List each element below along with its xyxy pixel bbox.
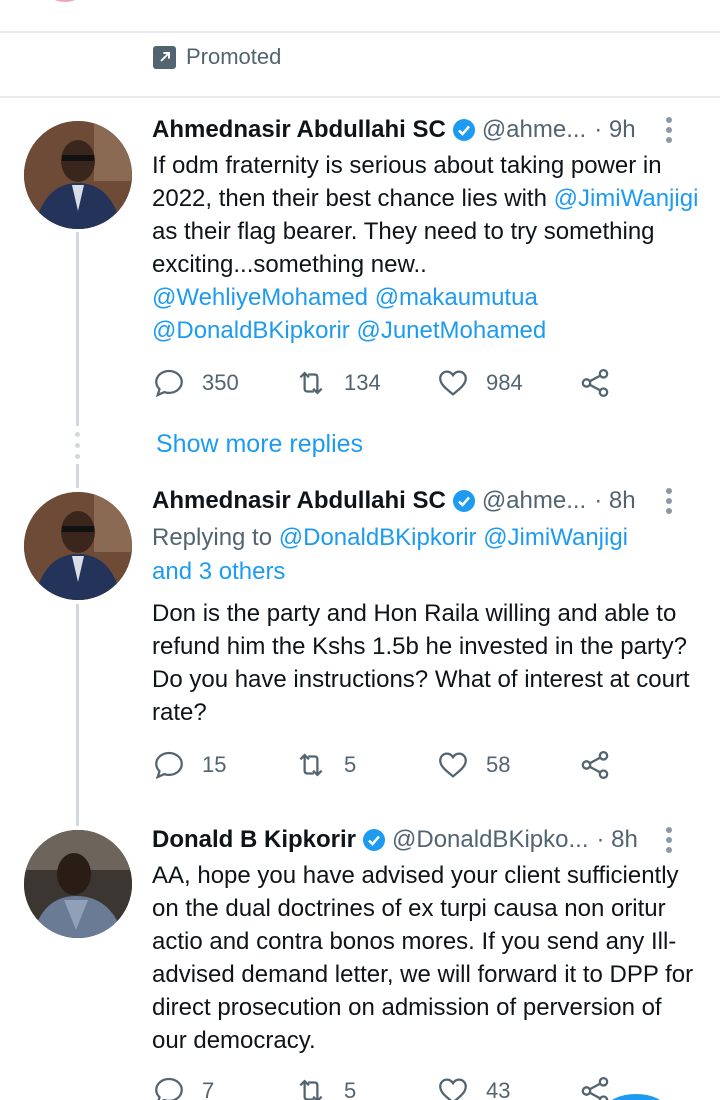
retweet-button[interactable]: 5 bbox=[294, 1074, 436, 1100]
retweet-button[interactable]: 134 bbox=[294, 366, 436, 400]
verified-badge-icon bbox=[363, 829, 386, 851]
promoted-label: Promoted bbox=[153, 44, 281, 70]
tweet-1[interactable]: Ahmednasir Abdullahi SC @ahme... · 9h If… bbox=[152, 113, 702, 347]
retweet-icon bbox=[299, 371, 323, 395]
tweet-3[interactable]: Donald B Kipkorir @DonaldBKipko... · 8h … bbox=[152, 823, 702, 1057]
reply-icon bbox=[155, 1077, 183, 1100]
avatar-donald-kipkorir[interactable] bbox=[24, 830, 132, 938]
show-more-replies-link[interactable]: Show more replies bbox=[156, 430, 363, 459]
replying-to: Replying to @DonaldBKipkorir @JimiWanjig… bbox=[152, 524, 629, 585]
tweet-actions: 15 5 58 bbox=[152, 748, 612, 782]
tweet-text: AA, hope you have advised your client su… bbox=[152, 862, 694, 1054]
reply-button[interactable]: 350 bbox=[152, 366, 294, 400]
tweet-actions: 7 5 43 bbox=[152, 1074, 612, 1100]
reply-icon bbox=[155, 751, 183, 780]
mention-link[interactable]: @DonaldBKipkorir bbox=[152, 317, 350, 344]
mention-link[interactable]: @WehliyeMohamed bbox=[152, 284, 368, 311]
retweet-button[interactable]: 5 bbox=[294, 748, 436, 782]
tweet-header: Ahmednasir Abdullahi SC @ahme... · 9h bbox=[152, 113, 702, 147]
author-handle[interactable]: @ahme... bbox=[482, 116, 586, 144]
author-handle[interactable]: @ahme... bbox=[482, 487, 586, 515]
verified-badge-icon bbox=[452, 119, 475, 141]
share-button[interactable] bbox=[578, 1074, 612, 1100]
author-name[interactable]: Donald B Kipkorir bbox=[152, 826, 356, 854]
previous-avatar[interactable] bbox=[38, 0, 92, 2]
reply-others-link[interactable]: and 3 others bbox=[152, 558, 285, 585]
verified-badge-icon bbox=[452, 490, 475, 512]
reply-icon bbox=[155, 369, 183, 398]
author-handle[interactable]: @DonaldBKipko... bbox=[392, 826, 588, 854]
tweet-time[interactable]: · 9h bbox=[594, 116, 635, 144]
tweet-header: Donald B Kipkorir @DonaldBKipko... · 8h bbox=[152, 823, 702, 857]
tweet-header: Ahmednasir Abdullahi SC @ahme... · 8h bbox=[152, 484, 702, 518]
retweet-icon bbox=[299, 1079, 323, 1100]
avatar-ahmednasir[interactable] bbox=[24, 492, 132, 600]
promoted-arrow-icon bbox=[153, 45, 176, 69]
reply-mentions-link[interactable]: @DonaldBKipkorir @JimiWanjigi bbox=[279, 524, 628, 551]
more-options-icon[interactable] bbox=[666, 117, 672, 143]
thread-line bbox=[76, 464, 79, 488]
tweet-text: If odm fraternity is serious about takin… bbox=[152, 152, 699, 344]
thread-line bbox=[76, 232, 79, 426]
share-icon bbox=[581, 750, 609, 780]
share-button[interactable] bbox=[578, 748, 612, 782]
share-icon bbox=[581, 1076, 609, 1100]
like-button[interactable]: 58 bbox=[436, 748, 578, 782]
retweet-icon bbox=[299, 753, 323, 777]
reply-button[interactable]: 15 bbox=[152, 748, 294, 782]
mention-link[interactable]: @JimiWanjigi bbox=[554, 185, 699, 212]
divider bbox=[0, 96, 720, 98]
divider bbox=[0, 31, 720, 33]
compose-tweet-fab[interactable] bbox=[606, 1094, 666, 1100]
thread-line bbox=[76, 604, 79, 826]
reply-button[interactable]: 7 bbox=[152, 1074, 294, 1100]
heart-icon bbox=[439, 752, 467, 778]
like-button[interactable]: 984 bbox=[436, 366, 578, 400]
mention-link[interactable]: @JunetMohamed bbox=[356, 317, 546, 344]
heart-icon bbox=[439, 370, 467, 396]
like-button[interactable]: 43 bbox=[436, 1074, 578, 1100]
tweet-time[interactable]: · 8h bbox=[594, 487, 635, 515]
mention-link[interactable]: @makaumutua bbox=[375, 284, 538, 311]
share-button[interactable] bbox=[578, 366, 612, 400]
tweet-text: Don is the party and Hon Raila willing a… bbox=[152, 600, 690, 726]
more-options-icon[interactable] bbox=[666, 488, 672, 514]
thread-dots bbox=[75, 432, 80, 459]
avatar-ahmednasir[interactable] bbox=[24, 121, 132, 229]
tweet-time[interactable]: · 8h bbox=[596, 826, 637, 854]
tweet-2[interactable]: Ahmednasir Abdullahi SC @ahme... · 8h Re… bbox=[152, 484, 702, 729]
author-name[interactable]: Ahmednasir Abdullahi SC bbox=[152, 487, 446, 515]
share-icon bbox=[581, 368, 609, 398]
more-options-icon[interactable] bbox=[666, 827, 672, 853]
heart-icon bbox=[439, 1078, 467, 1100]
author-name[interactable]: Ahmednasir Abdullahi SC bbox=[152, 116, 446, 144]
tweet-actions: 350 134 984 bbox=[152, 366, 612, 400]
